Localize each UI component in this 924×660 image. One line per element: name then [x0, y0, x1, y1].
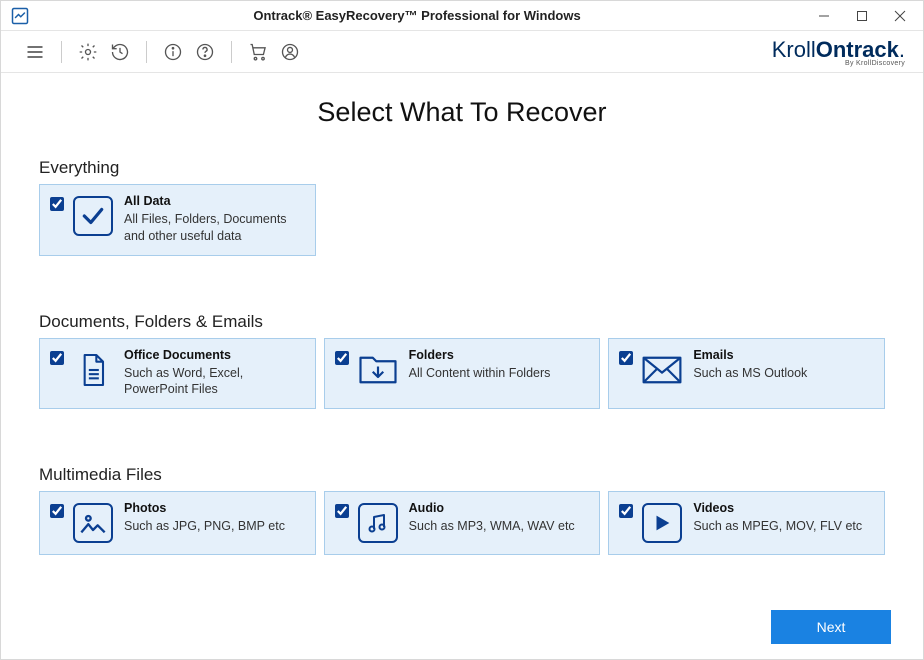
card-desc: Such as JPG, PNG, BMP etc — [124, 518, 285, 535]
checkbox-emails[interactable] — [619, 351, 633, 365]
card-desc: All Files, Folders, Documents and other … — [124, 211, 305, 245]
info-icon[interactable] — [161, 40, 185, 64]
content-area: Select What To Recover Everything All Da… — [1, 73, 923, 595]
separator — [231, 41, 232, 63]
card-desc: Such as MS Outlook — [693, 365, 807, 382]
card-folders[interactable]: Folders All Content within Folders — [324, 338, 601, 410]
checkmark-icon — [72, 195, 114, 237]
checkbox-videos[interactable] — [619, 504, 633, 518]
minimize-button[interactable] — [805, 1, 843, 31]
card-photos[interactable]: Photos Such as JPG, PNG, BMP etc — [39, 491, 316, 555]
menu-icon[interactable] — [23, 40, 47, 64]
brand-kroll: Kroll — [772, 37, 816, 62]
card-all-data[interactable]: All Data All Files, Folders, Documents a… — [39, 184, 316, 256]
maximize-button[interactable] — [843, 1, 881, 31]
envelope-icon — [641, 349, 683, 391]
user-icon[interactable] — [278, 40, 302, 64]
music-note-icon — [357, 502, 399, 544]
brand-ontrack: Ontrack — [816, 37, 899, 62]
separator — [61, 41, 62, 63]
checkbox-folders[interactable] — [335, 351, 349, 365]
brand-logo: KrollOntrack. By KrollDiscovery — [772, 37, 905, 67]
section-label-everything: Everything — [39, 158, 885, 178]
checkbox-office-documents[interactable] — [50, 351, 64, 365]
title-bar: Ontrack® EasyRecovery™ Professional for … — [1, 1, 923, 31]
window-controls — [805, 1, 919, 31]
card-desc: Such as Word, Excel, PowerPoint Files — [124, 365, 305, 399]
card-videos[interactable]: Videos Such as MPEG, MOV, FLV etc — [608, 491, 885, 555]
card-desc: Such as MP3, WMA, WAV etc — [409, 518, 575, 535]
checkbox-photos[interactable] — [50, 504, 64, 518]
card-title: Audio — [409, 500, 575, 517]
card-emails[interactable]: Emails Such as MS Outlook — [608, 338, 885, 410]
card-desc: All Content within Folders — [409, 365, 551, 382]
section-label-docs: Documents, Folders & Emails — [39, 312, 885, 332]
separator — [146, 41, 147, 63]
app-icon — [11, 7, 29, 25]
card-title: Videos — [693, 500, 862, 517]
document-icon — [72, 349, 114, 391]
close-button[interactable] — [881, 1, 919, 31]
app-window: Ontrack® EasyRecovery™ Professional for … — [0, 0, 924, 660]
footer: Next — [1, 595, 923, 659]
toolbar: KrollOntrack. By KrollDiscovery — [1, 31, 923, 73]
card-title: All Data — [124, 193, 305, 210]
card-office-documents[interactable]: Office Documents Such as Word, Excel, Po… — [39, 338, 316, 410]
help-icon[interactable] — [193, 40, 217, 64]
cart-icon[interactable] — [246, 40, 270, 64]
card-title: Office Documents — [124, 347, 305, 364]
gear-icon[interactable] — [76, 40, 100, 64]
card-desc: Such as MPEG, MOV, FLV etc — [693, 518, 862, 535]
checkbox-audio[interactable] — [335, 504, 349, 518]
card-title: Emails — [693, 347, 807, 364]
window-title: Ontrack® EasyRecovery™ Professional for … — [29, 8, 805, 23]
history-icon[interactable] — [108, 40, 132, 64]
play-icon — [641, 502, 683, 544]
page-title: Select What To Recover — [39, 97, 885, 128]
next-button[interactable]: Next — [771, 610, 891, 644]
card-title: Folders — [409, 347, 551, 364]
card-audio[interactable]: Audio Such as MP3, WMA, WAV etc — [324, 491, 601, 555]
card-title: Photos — [124, 500, 285, 517]
section-label-media: Multimedia Files — [39, 465, 885, 485]
folder-download-icon — [357, 349, 399, 391]
photo-icon — [72, 502, 114, 544]
checkbox-all-data[interactable] — [50, 197, 64, 211]
